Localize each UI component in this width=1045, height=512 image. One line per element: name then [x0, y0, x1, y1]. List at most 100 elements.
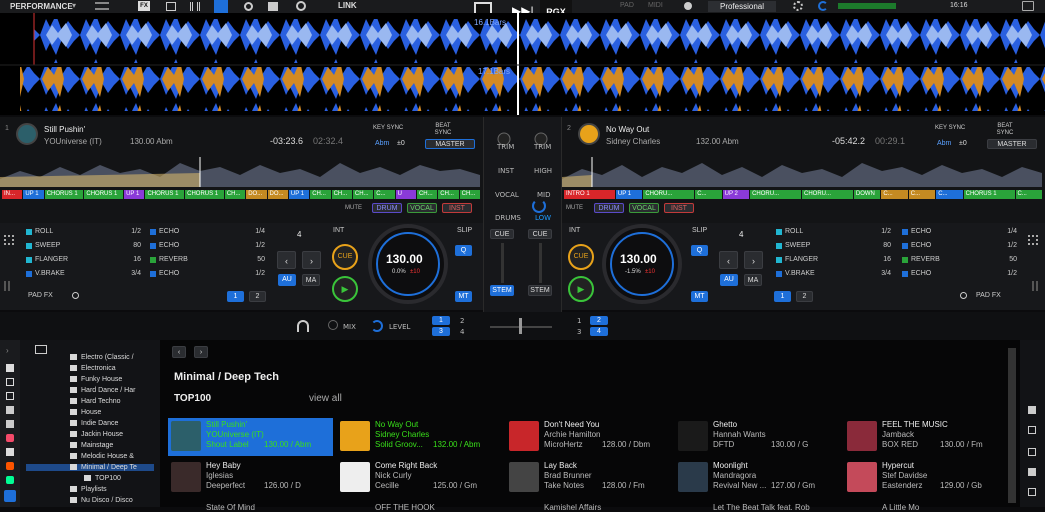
- scrollbar[interactable]: [1008, 348, 1016, 503]
- waveform-deck1[interactable]: [34, 19, 1045, 63]
- key-sync-button[interactable]: KEY SYNC: [935, 125, 965, 131]
- track-tile[interactable]: Hey Baby Iglesias Deeperfect 126.00 / D: [168, 459, 333, 497]
- overview-waveform[interactable]: [0, 157, 480, 187]
- track-title-partial[interactable]: A Little Mo: [882, 503, 919, 512]
- back-button[interactable]: ‹: [172, 346, 186, 358]
- auto-loop-button[interactable]: AU: [278, 274, 296, 286]
- sampler-icon[interactable]: [166, 2, 176, 11]
- pad-page-1[interactable]: 1: [227, 291, 244, 302]
- pad-button[interactable]: PAD: [620, 2, 634, 9]
- tag-icon[interactable]: [1028, 406, 1036, 414]
- cue-segment[interactable]: IN...: [2, 190, 23, 199]
- fx-value[interactable]: 16: [883, 256, 891, 263]
- cue-segment[interactable]: CH...: [416, 190, 438, 199]
- cf-assign-4-left[interactable]: 4: [460, 328, 464, 336]
- fx-slot[interactable]: ECHO 1/4: [902, 228, 1017, 235]
- beat-sync-button[interactable]: BEAT SYNC: [428, 123, 458, 137]
- cue-button-right[interactable]: CUE: [528, 229, 552, 239]
- cf-assign-3-right[interactable]: 3: [577, 328, 581, 336]
- stem-drum-button[interactable]: DRUM: [594, 203, 624, 213]
- pads-grid-icon[interactable]: [4, 235, 14, 245]
- track-title-partial[interactable]: Kamishel Affairs: [544, 503, 601, 512]
- track-tile[interactable]: Still Pushin' YOUniverse (IT) Shout Label 1…: [168, 418, 333, 456]
- forward-button[interactable]: ›: [194, 346, 208, 358]
- track-title-partial[interactable]: Let The Beat Talk feat. Rob: [713, 503, 810, 512]
- pads-handle-icon[interactable]: [1032, 281, 1038, 291]
- cue-segment[interactable]: C...: [908, 190, 936, 199]
- play-button[interactable]: ▶: [568, 276, 594, 302]
- cue-segment[interactable]: UP 1: [288, 190, 310, 199]
- cue-segment[interactable]: CHORU...: [801, 190, 853, 199]
- track-title-partial[interactable]: State Of Mind: [206, 503, 255, 512]
- loop-double-button[interactable]: ›: [302, 251, 321, 269]
- cue-segment[interactable]: DOWN: [853, 190, 881, 199]
- master-tempo-button[interactable]: MT: [455, 291, 472, 302]
- fx-icon[interactable]: FX: [138, 1, 150, 11]
- window-icon[interactable]: [35, 345, 47, 354]
- playlist-palette-icon[interactable]: [1028, 468, 1036, 476]
- slip-button[interactable]: SLIP: [692, 227, 707, 234]
- cue-segment[interactable]: UP 2: [722, 190, 750, 199]
- grid-icon[interactable]: [190, 2, 200, 11]
- cue-segment[interactable]: INTRO 1: [564, 190, 615, 199]
- tree-item[interactable]: TOP100: [84, 475, 121, 482]
- fx-value[interactable]: 3/4: [131, 270, 141, 277]
- fx-value[interactable]: 1/2: [255, 242, 265, 249]
- cue-button-left[interactable]: CUE: [490, 229, 514, 239]
- pad-fx-select[interactable]: PAD FX: [976, 292, 1001, 299]
- fx-slot[interactable]: ECHO 1/2: [902, 270, 1017, 277]
- layout-mode-select[interactable]: PERFORMANCE: [10, 2, 73, 11]
- related-icon[interactable]: [1028, 426, 1036, 434]
- track-tile[interactable]: Ghetto Hannah Wants DFTD 130.00 / G: [675, 418, 840, 456]
- pad-fx-reset-icon[interactable]: [72, 292, 79, 299]
- loop-half-button[interactable]: ‹: [719, 251, 738, 269]
- view-all-link[interactable]: view all: [309, 393, 342, 404]
- track-tile[interactable]: Come Right Back Nick Curly Cecille 125.00 /…: [337, 459, 502, 497]
- broadcast-icon[interactable]: [296, 1, 306, 11]
- pad-page-2[interactable]: 2: [796, 291, 813, 302]
- loop-half-button[interactable]: ‹: [277, 251, 296, 269]
- fx-slot[interactable]: ECHO 1/4: [150, 228, 265, 235]
- fx-value[interactable]: 1/2: [1007, 242, 1017, 249]
- tree-item[interactable]: Melodic House &: [70, 453, 134, 460]
- video-icon[interactable]: [268, 2, 278, 11]
- overview-waveform[interactable]: [562, 157, 1042, 187]
- cue-play-button[interactable]: CUE: [332, 244, 358, 270]
- key-display[interactable]: Abm: [937, 140, 951, 147]
- quantize-button[interactable]: Q: [691, 245, 708, 256]
- cue-segment[interactable]: C...: [936, 190, 963, 199]
- menu-icon[interactable]: [95, 2, 109, 10]
- fx-value[interactable]: 50: [1009, 256, 1017, 263]
- cue-segment[interactable]: CHORU...: [643, 190, 695, 199]
- fx-slot[interactable]: FLANGER 16: [26, 256, 141, 263]
- album-art-jog[interactable]: [16, 123, 38, 145]
- cf-assign-4-right[interactable]: 4: [590, 327, 608, 336]
- headphones-icon[interactable]: [297, 320, 309, 332]
- cf-assign-2-left[interactable]: 2: [460, 317, 464, 325]
- low-knob[interactable]: [532, 199, 546, 213]
- cue-segment[interactable]: CH...: [459, 190, 480, 199]
- cue-segment[interactable]: CHORUS 1: [185, 190, 224, 199]
- fx-value[interactable]: 80: [133, 242, 141, 249]
- cue-segment[interactable]: UP 1: [615, 190, 643, 199]
- track-tile[interactable]: Lay Back Brad Brunner Take Notes 128.00 / F…: [506, 459, 671, 497]
- fx-value[interactable]: 50: [257, 256, 265, 263]
- fx-slot[interactable]: ROLL 1/2: [26, 228, 141, 235]
- cue-segment[interactable]: DO...: [246, 190, 267, 199]
- key-sync-button[interactable]: KEY SYNC: [373, 125, 403, 131]
- pad-fx-select[interactable]: PAD FX: [28, 292, 53, 299]
- fx-slot[interactable]: FLANGER 16: [776, 256, 891, 263]
- tree-item[interactable]: Jackin House: [70, 431, 123, 438]
- play-button[interactable]: ▶: [332, 276, 358, 302]
- stem-drum-button[interactable]: DRUM: [372, 203, 402, 213]
- tree-item[interactable]: Mainstage: [70, 442, 113, 449]
- fx-slot[interactable]: V.BRAKE 3/4: [776, 270, 891, 277]
- stem-button-left[interactable]: STEM: [490, 285, 514, 296]
- tree-item[interactable]: Hard Dance / Har: [70, 387, 135, 394]
- fx-value[interactable]: 1/2: [255, 270, 265, 277]
- fx-value[interactable]: 3/4: [881, 270, 891, 277]
- waveform-overview[interactable]: 16.1Bars 17.1Bars: [0, 13, 1045, 115]
- waveform-deck2[interactable]: [20, 67, 1045, 111]
- mixer-icon[interactable]: [214, 0, 228, 13]
- pads-grid-icon[interactable]: [1028, 235, 1038, 245]
